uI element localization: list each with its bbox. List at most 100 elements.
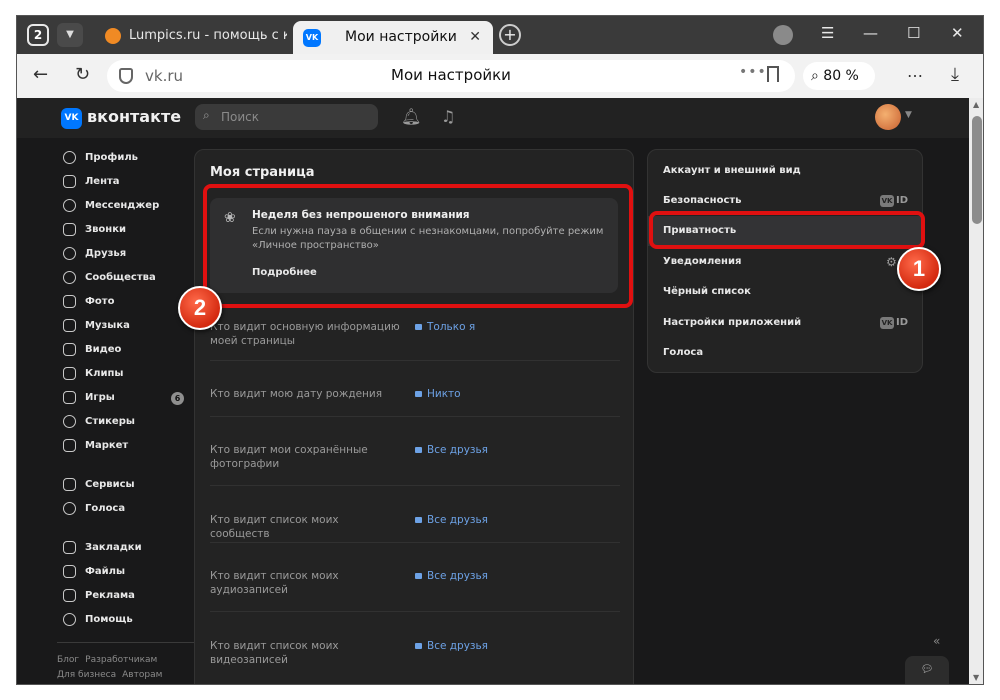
clips-icon: [63, 367, 76, 380]
callout-step-2: 2: [178, 286, 222, 330]
privacy-value-link[interactable]: Все друзья: [415, 639, 488, 653]
tab-lumpics[interactable]: Lumpics.ru - помощь с ко: [97, 23, 287, 49]
more-dots-icon[interactable]: •••: [739, 64, 767, 80]
nav-item-bookmarks[interactable]: Закладки: [57, 536, 197, 560]
privacy-value-link[interactable]: Все друзья: [415, 569, 488, 583]
nav-item-photo[interactable]: Фото: [57, 290, 197, 314]
bell-icon[interactable]: 🔔︎: [401, 107, 421, 126]
privacy-question: Кто видит список моих сообществ: [210, 514, 339, 540]
bookmark-icon[interactable]: [767, 66, 779, 82]
back-arrow-icon[interactable]: ←: [33, 64, 48, 85]
nav-item-groups[interactable]: Сообщества: [57, 266, 197, 290]
files-icon: [63, 565, 76, 578]
nav-item-files[interactable]: Файлы: [57, 560, 197, 584]
nav-item-ads[interactable]: Реклама: [57, 584, 197, 608]
privacy-value: Никто: [427, 388, 461, 400]
footer-link-business[interactable]: Для бизнеса: [57, 670, 116, 680]
lock-icon: [415, 324, 422, 330]
nav-item-clips[interactable]: Клипы: [57, 362, 197, 386]
browser-profile-icon[interactable]: [773, 25, 793, 45]
nav-label: Файлы: [85, 566, 126, 577]
nav-item-friends[interactable]: Друзья: [57, 242, 197, 266]
footer-link-developers[interactable]: Разработчикам: [85, 655, 157, 665]
settings-label: Чёрный список: [663, 286, 751, 297]
tab-list-chevron-icon[interactable]: ▼: [57, 23, 83, 47]
callout-step-1: 1: [897, 247, 941, 291]
zoom-level: 80 %: [823, 68, 859, 84]
vk-id-icon: VK: [880, 195, 894, 207]
nav-item-calls[interactable]: Звонки: [57, 218, 197, 242]
scroll-down-icon[interactable]: ▼: [973, 673, 979, 682]
groups-icon: [63, 271, 76, 284]
browser-window: 2 ▼ Lumpics.ru - помощь с ко VK Мои наст…: [16, 15, 984, 685]
nav-item-video[interactable]: Видео: [57, 338, 197, 362]
search-input[interactable]: [221, 108, 371, 126]
tab-vk-settings[interactable]: VK Мои настройки ✕: [293, 21, 493, 54]
nav-label: Стикеры: [85, 416, 135, 427]
nav-item-help[interactable]: Помощь: [57, 608, 197, 632]
chevron-down-icon[interactable]: ▼: [905, 110, 912, 120]
settings-item-blacklist[interactable]: Чёрный список: [648, 277, 924, 307]
reload-icon[interactable]: ↻: [75, 64, 90, 85]
nav-label: Голоса: [85, 503, 126, 514]
nav-label: Игры: [85, 392, 115, 403]
chat-widget-icon[interactable]: 💬︎: [905, 656, 949, 684]
footer-link-blog[interactable]: Блог: [57, 655, 79, 665]
nav-label: Клипы: [85, 368, 124, 379]
privacy-value-link[interactable]: Никто: [415, 387, 461, 401]
nav-label: Сервисы: [85, 479, 135, 490]
tab-close-icon[interactable]: ✕: [469, 21, 481, 54]
settings-item-account[interactable]: Аккаунт и внешний вид: [648, 156, 924, 186]
nav-item-messenger[interactable]: Мессенджер: [57, 194, 197, 218]
settings-item-app-settings[interactable]: Настройки приложений VK ID: [648, 308, 924, 338]
menu-hamburger-icon[interactable]: ☰: [821, 24, 834, 42]
scrollbar-thumb[interactable]: [972, 116, 982, 224]
privacy-value-link[interactable]: Все друзья: [415, 443, 488, 457]
nav-item-votes[interactable]: Голоса: [57, 497, 197, 521]
download-icon[interactable]: ⤓: [951, 64, 959, 85]
privacy-question: Кто видит список моих аудиозаписей: [210, 570, 339, 596]
collapse-panel-icon[interactable]: «: [933, 634, 940, 648]
vk-favicon-icon: VK: [303, 29, 321, 47]
page-scrollbar[interactable]: ▲ ▼: [969, 98, 983, 684]
minimize-icon[interactable]: —: [863, 24, 878, 42]
avatar[interactable]: [875, 104, 901, 130]
nav-item-profile[interactable]: Профиль: [57, 146, 197, 170]
window-close-icon[interactable]: ✕: [951, 24, 964, 42]
privacy-question: Кто видит мою дату рождения: [210, 388, 383, 400]
settings-label: Уведомления: [663, 256, 742, 267]
settings-menu: Аккаунт и внешний вид Безопасность VK ID П…: [647, 149, 924, 373]
extensions-dots-icon[interactable]: …: [907, 62, 923, 81]
privacy-value: Только я: [427, 321, 476, 333]
vk-brand[interactable]: вконтакте: [87, 107, 181, 126]
privacy-value: Все друзья: [427, 514, 489, 526]
privacy-value-link[interactable]: Все друзья: [415, 513, 488, 527]
nav-item-market[interactable]: Маркет: [57, 434, 197, 458]
scroll-up-icon[interactable]: ▲: [973, 100, 979, 109]
address-bar: ← ↻ vk.ru Мои настройки ••• ⌕ 80 % … ⤓: [17, 54, 983, 98]
vk-logo-icon[interactable]: VK: [61, 108, 82, 129]
nav-item-music[interactable]: Музыка: [57, 314, 197, 338]
url-field[interactable]: vk.ru Мои настройки •••: [107, 60, 795, 92]
photo-icon: [63, 295, 76, 308]
zoom-button[interactable]: ⌕ 80 %: [803, 62, 875, 90]
nav-item-games[interactable]: Игры 6: [57, 386, 197, 410]
footer-link-authors[interactable]: Авторам: [122, 670, 162, 680]
lock-icon: [415, 391, 422, 397]
nav-item-feed[interactable]: Лента: [57, 170, 197, 194]
music-note-icon[interactable]: ♫: [441, 107, 455, 126]
vk-header: VK вконтакте ⌕ 🔔︎ ♫ ▼: [17, 98, 969, 138]
settings-item-notifications[interactable]: Уведомления ⚙: [648, 247, 924, 277]
nav-item-services[interactable]: Сервисы: [57, 473, 197, 497]
friends-icon: [63, 247, 76, 260]
settings-item-votes[interactable]: Голоса: [648, 338, 924, 368]
lock-icon: [415, 573, 422, 579]
search-box[interactable]: ⌕: [195, 104, 378, 130]
nav-item-stickers[interactable]: Стикеры: [57, 410, 197, 434]
settings-label: Настройки приложений: [663, 317, 802, 328]
tab-count-button[interactable]: 2: [27, 24, 49, 46]
maximize-icon[interactable]: ☐: [907, 24, 920, 42]
new-tab-plus-icon[interactable]: +: [499, 24, 521, 46]
privacy-value-link[interactable]: Только я: [415, 320, 475, 334]
ads-icon: [63, 589, 76, 602]
